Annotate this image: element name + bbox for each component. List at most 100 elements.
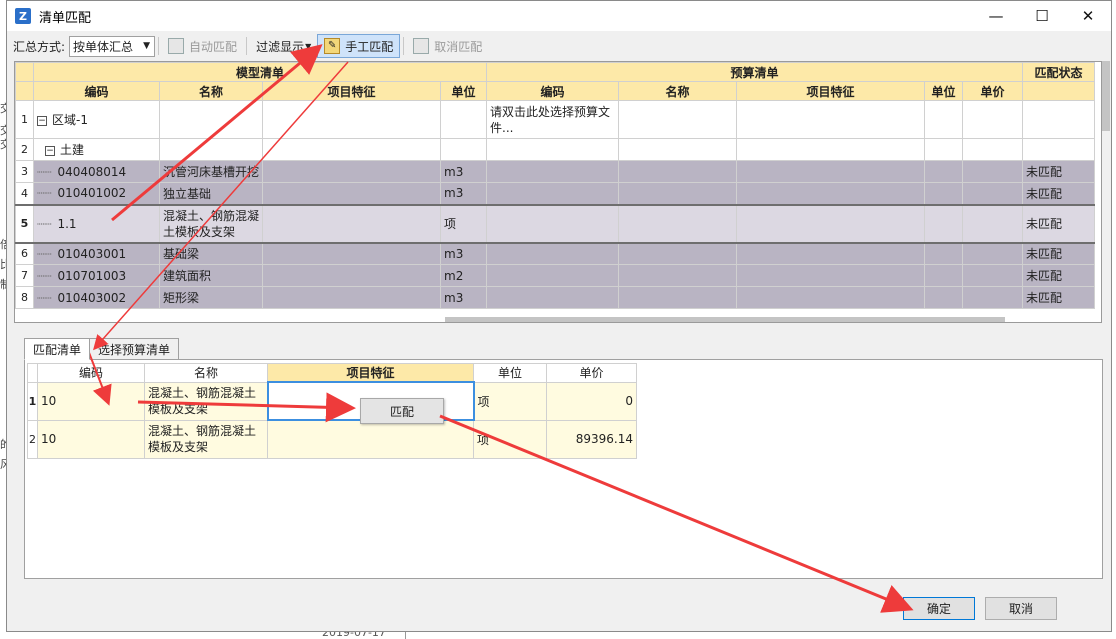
cell-unit[interactable] [440, 138, 488, 161]
col-code[interactable]: 编码 [33, 81, 160, 101]
cell-unit[interactable]: m3 [440, 242, 488, 265]
table-row[interactable]: 2 10 混凝土、钢筋混凝土模板及支架 项 89396.14 [27, 419, 637, 459]
cell-code[interactable]: ┈┈ 010403001 [33, 242, 160, 265]
cell-budget-price[interactable] [962, 182, 1024, 205]
cell-budget-name[interactable] [618, 182, 738, 205]
table-row[interactable]: 6 ┈┈ 010403001 基础梁 m3 未匹配 [15, 242, 1096, 265]
cell-status[interactable] [1022, 138, 1096, 161]
cell-budget-name[interactable] [618, 160, 738, 183]
cell-name[interactable] [158, 100, 264, 139]
cell-budget-unit[interactable] [924, 182, 964, 205]
cell-budget-code[interactable] [486, 286, 620, 309]
cell-code[interactable]: 10 [37, 419, 145, 459]
cell-budget-unit[interactable] [924, 286, 964, 309]
cell-budget-unit[interactable] [924, 160, 964, 183]
model-budget-grid[interactable]: 模型清单 预算清单 匹配状态 编码 名称 项目特征 单位 编码 名称 项目特征 … [14, 61, 1102, 323]
col-code[interactable]: 编码 [37, 363, 145, 383]
col-feature[interactable]: 项目特征 [262, 81, 442, 101]
col-unit[interactable]: 单位 [440, 81, 488, 101]
cell-budget-feature[interactable] [736, 100, 926, 139]
cell-budget-code[interactable] [486, 203, 620, 244]
col-budget-feature[interactable]: 项目特征 [736, 81, 926, 101]
col-feature[interactable]: 项目特征 [267, 363, 474, 383]
cell-budget-feature[interactable] [736, 138, 926, 161]
cell-budget-code[interactable] [486, 182, 620, 205]
tab-match-list[interactable]: 匹配清单 [24, 338, 91, 360]
ok-button[interactable]: 确定 [903, 597, 975, 620]
table-row[interactable]: 1 − 区域-1 请双击此处选择预算文件... [15, 100, 1096, 139]
table-row-selected[interactable]: 5 ┈┈ 1.1 混凝土、钢筋混凝土模板及支架 项 未匹配 [15, 203, 1096, 244]
cell-budget-name[interactable] [618, 286, 738, 309]
collapse-icon[interactable]: − [45, 145, 55, 156]
cell-unit[interactable]: 项 [440, 203, 488, 244]
cell-unit[interactable]: m2 [440, 264, 488, 287]
cell-budget-price[interactable] [962, 203, 1024, 244]
select-budget-file-cell[interactable]: 请双击此处选择预算文件... [486, 100, 620, 139]
cell-status[interactable]: 未匹配 [1022, 242, 1096, 265]
cell-feature[interactable] [262, 182, 442, 205]
cell-unit[interactable]: m3 [440, 286, 488, 309]
table-row[interactable]: 7 ┈┈ 010701003 建筑面积 m2 未匹配 [15, 264, 1096, 287]
cell-budget-price[interactable] [962, 160, 1024, 183]
cell-status[interactable]: 未匹配 [1022, 203, 1096, 244]
cell-budget-price[interactable] [962, 286, 1024, 309]
collapse-icon[interactable]: − [37, 115, 47, 126]
cell-budget-price[interactable] [962, 264, 1024, 287]
col-name[interactable]: 名称 [158, 81, 264, 101]
cell-code[interactable]: ┈┈ 010701003 [33, 264, 160, 287]
filter-display-button[interactable]: 过滤显示 ▼ [250, 34, 317, 58]
table-row[interactable]: 4 ┈┈ 010401002 独立基础 m3 未匹配 [15, 182, 1096, 205]
cell-budget-feature[interactable] [736, 264, 926, 287]
cell-status[interactable]: 未匹配 [1022, 286, 1096, 309]
cell-unit[interactable]: 项 [473, 381, 547, 421]
cell-budget-unit[interactable] [924, 242, 964, 265]
table-row[interactable]: 3 ┈┈ 040408014 沉管河床基槽开挖 m3 未匹配 [15, 160, 1096, 183]
cell-unit[interactable] [440, 100, 488, 139]
cell-name[interactable]: 混凝土、钢筋混凝土模板及支架 [158, 203, 264, 244]
cell-feature[interactable] [262, 138, 442, 161]
cell-name[interactable]: 混凝土、钢筋混凝土模板及支架 [144, 419, 268, 459]
cell-price[interactable]: 0 [546, 381, 637, 421]
col-name[interactable]: 名称 [144, 363, 268, 383]
tree-node-civil[interactable]: − 土建 [33, 138, 160, 161]
cell-budget-feature[interactable] [736, 203, 926, 244]
cell-code[interactable]: ┈┈ 010401002 [33, 182, 160, 205]
table-row[interactable]: 8 ┈┈ 010403002 矩形梁 m3 未匹配 [15, 286, 1096, 309]
cell-code[interactable]: ┈┈ 040408014 [33, 160, 160, 183]
cell-unit[interactable]: 项 [473, 419, 547, 459]
cell-code[interactable]: ┈┈ 010403002 [33, 286, 160, 309]
cell-code[interactable]: ┈┈ 1.1 [33, 203, 160, 244]
cell-budget-price[interactable] [962, 242, 1024, 265]
table-row[interactable]: 1 10 混凝土、钢筋混凝土模板及支架 项 0 [27, 381, 637, 421]
cell-feature[interactable] [262, 242, 442, 265]
cell-feature[interactable] [262, 100, 442, 139]
cell-budget-code[interactable] [486, 160, 620, 183]
cell-price[interactable]: 89396.14 [546, 419, 637, 459]
cell-feature[interactable] [262, 286, 442, 309]
col-price[interactable]: 单价 [546, 363, 637, 383]
cell-name[interactable]: 基础梁 [158, 242, 264, 265]
cell-feature[interactable] [262, 264, 442, 287]
cell-budget-name[interactable] [618, 138, 738, 161]
cell-budget-unit[interactable] [924, 138, 964, 161]
cell-name[interactable]: 矩形梁 [158, 286, 264, 309]
cell-budget-feature[interactable] [736, 182, 926, 205]
close-button[interactable]: ✕ [1065, 1, 1111, 31]
cell-budget-feature[interactable] [736, 286, 926, 309]
cell-budget-name[interactable] [618, 100, 738, 139]
col-unit[interactable]: 单位 [473, 363, 547, 383]
cell-code[interactable]: 10 [37, 381, 145, 421]
cell-budget-name[interactable] [618, 242, 738, 265]
tree-node-region[interactable]: − 区域-1 [33, 100, 160, 139]
cell-status[interactable]: 未匹配 [1022, 264, 1096, 287]
cell-status[interactable]: 未匹配 [1022, 160, 1096, 183]
cancel-match-button[interactable]: 取消匹配 [407, 34, 488, 58]
cell-budget-feature[interactable] [736, 160, 926, 183]
cell-budget-unit[interactable] [924, 264, 964, 287]
col-status[interactable] [1022, 81, 1096, 101]
cell-budget-unit[interactable] [924, 100, 964, 139]
cell-unit[interactable]: m3 [440, 160, 488, 183]
col-budget-code[interactable]: 编码 [486, 81, 620, 101]
cell-budget-name[interactable] [618, 264, 738, 287]
cell-name[interactable]: 混凝土、钢筋混凝土模板及支架 [144, 381, 268, 421]
